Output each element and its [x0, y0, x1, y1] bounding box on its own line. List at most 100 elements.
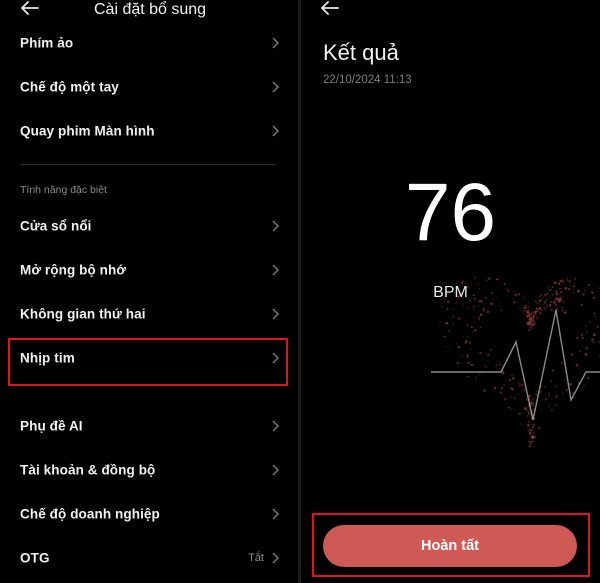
heart-particle [462, 304, 465, 306]
heart-particle [475, 380, 477, 382]
heart-pulse-icon [431, 276, 600, 448]
heart-particle [540, 410, 542, 412]
heart-particle [508, 379, 511, 382]
heart-particle [561, 306, 564, 309]
heart-particle [526, 311, 530, 315]
settings-item-label: Chế độ doanh nghiệp [20, 506, 160, 522]
heart-particle [541, 304, 544, 306]
back-arrow-icon[interactable] [320, 0, 344, 20]
heart-particle [562, 280, 564, 282]
chevron-right-icon [272, 37, 280, 49]
settings-item-otg[interactable]: OTG Tắt [0, 536, 298, 580]
heart-particle [583, 384, 586, 387]
heart-particle [535, 393, 538, 396]
heart-particle [445, 345, 447, 347]
heart-particle [523, 389, 526, 392]
heart-particle [526, 306, 528, 308]
heart-particle [565, 388, 568, 392]
settings-item-label: Phụ đề AI [20, 418, 83, 434]
heart-particle [546, 305, 549, 308]
heart-particle [526, 314, 528, 316]
heart-particle [550, 308, 553, 312]
settings-item-ai-subtitles[interactable]: Phụ đề AI [0, 404, 298, 448]
settings-item-second-space[interactable]: Không gian thứ hai [0, 292, 298, 336]
heart-particle [559, 279, 563, 283]
heart-particle [510, 396, 512, 399]
result-panel: Kết quả 22/10/2024 11:13 76 BPM Hoàn tất [301, 0, 600, 583]
settings-item-floating-window[interactable]: Cửa sổ nổi [0, 204, 298, 248]
heart-particle [571, 353, 574, 356]
heart-particle [574, 278, 576, 280]
heart-particle [530, 429, 533, 432]
heart-particle [479, 351, 482, 355]
heart-particle [523, 309, 525, 312]
settings-item-virtual-keys[interactable]: Phím ảo [0, 21, 298, 65]
heart-particle [594, 315, 597, 318]
heart-particle [469, 348, 472, 350]
heart-particle [446, 307, 449, 311]
settings-item-label: Cửa sổ nổi [20, 218, 92, 234]
heart-particle [569, 382, 572, 386]
heart-particle [531, 401, 534, 403]
heart-particle [532, 314, 535, 317]
heart-particle [511, 388, 515, 391]
heart-particle [527, 302, 529, 304]
settings-item-screen-recording[interactable]: Quay phim Màn hình [0, 109, 298, 153]
heart-particle [439, 321, 441, 323]
heart-particle [483, 364, 486, 367]
heart-particle [455, 302, 457, 304]
heart-particle [555, 395, 558, 398]
heart-particle [567, 279, 569, 282]
heart-particle [531, 426, 535, 429]
heart-particle [523, 387, 525, 389]
heart-particle [528, 322, 531, 324]
heart-particle [532, 328, 534, 330]
done-button[interactable]: Hoàn tất [323, 525, 577, 567]
result-title: Kết quả [323, 40, 399, 65]
heart-particle [440, 306, 443, 308]
heart-particle [526, 408, 529, 411]
heart-particle [471, 331, 474, 333]
settings-item-label: Mở rộng bộ nhớ [20, 262, 127, 278]
heart-particle [548, 392, 551, 395]
heart-particle [547, 405, 550, 408]
heart-particle [445, 321, 448, 325]
heart-particle [464, 319, 467, 321]
heart-particle [475, 377, 478, 379]
settings-item-one-hand-mode[interactable]: Chế độ một tay [0, 65, 298, 109]
otg-status-value: Tắt [248, 552, 264, 564]
chevron-right-icon [272, 308, 280, 320]
heart-particle [578, 278, 580, 280]
bpm-value: 76 [404, 167, 497, 258]
settings-item-accounts-sync[interactable]: Tài khoản & đồng bộ [0, 448, 298, 492]
heart-particle [585, 347, 588, 350]
heart-particle [581, 337, 584, 340]
heart-particle [510, 408, 512, 410]
settings-item-memory-extension[interactable]: Mở rộng bộ nhớ [0, 248, 298, 292]
heart-particle [591, 338, 594, 341]
heart-particle [462, 335, 465, 338]
heart-particle [544, 386, 546, 388]
heart-particle [585, 330, 588, 333]
heart-particle [474, 329, 477, 332]
settings-item-heart-rate[interactable]: Nhịp tim [0, 336, 298, 380]
heart-particle [532, 423, 535, 426]
heart-particle [473, 321, 475, 324]
settings-item-enterprise-mode[interactable]: Chế độ doanh nghiệp [0, 492, 298, 536]
heart-particle [520, 423, 523, 426]
heart-particle [524, 313, 526, 315]
heart-particle [452, 323, 455, 325]
heart-particle [490, 302, 493, 306]
heart-particle [527, 329, 530, 332]
heart-particle [479, 326, 482, 329]
heart-particle [529, 442, 531, 445]
heart-particle [528, 313, 531, 315]
heart-particle [447, 330, 450, 332]
heart-particle [545, 398, 548, 401]
back-arrow-icon[interactable] [20, 0, 44, 20]
heart-particle [479, 373, 481, 375]
chevron-right-icon [272, 125, 280, 137]
heart-particle [527, 424, 530, 427]
heart-particle [569, 280, 572, 283]
heart-particle [566, 277, 569, 280]
